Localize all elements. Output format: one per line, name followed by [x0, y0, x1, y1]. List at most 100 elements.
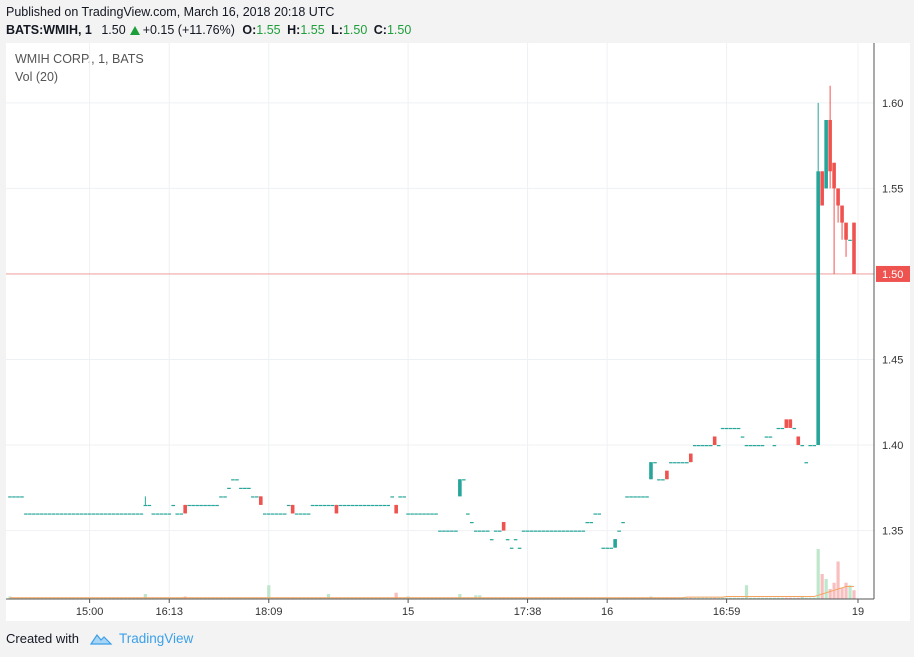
candle-body [370, 504, 375, 507]
candle-body [720, 427, 725, 430]
candle-body [394, 504, 398, 514]
candle-body [362, 504, 367, 507]
candle-body [135, 513, 140, 515]
low-value: 1.50 [342, 23, 368, 37]
chart-container[interactable]: WMIH CORP., 1, BATS Vol (20) 1.35 1.40 1.4… [6, 43, 910, 621]
candle-body [59, 513, 64, 515]
candle-body [426, 513, 430, 515]
candle-body [509, 547, 514, 549]
candle-body [231, 479, 235, 481]
candle-body [67, 513, 72, 515]
volume-bar [478, 595, 482, 599]
candle-body [127, 513, 132, 515]
candle-body [438, 530, 442, 532]
candle-body [788, 419, 793, 428]
candle-body [243, 487, 247, 489]
candle-body [422, 513, 426, 515]
candle-body [473, 530, 478, 532]
candle-body [633, 496, 637, 498]
candle-body [525, 530, 530, 532]
candle-body [446, 530, 450, 532]
candle-body [262, 513, 267, 515]
candle-body [103, 513, 108, 515]
candle-body [808, 445, 813, 447]
candle-body [402, 496, 406, 498]
candle-body [354, 504, 359, 507]
candle-body [485, 530, 490, 532]
candle-body [294, 513, 299, 515]
candle-body [609, 547, 613, 549]
candle-body [358, 504, 363, 507]
candle-body [346, 504, 351, 507]
candle-body [414, 513, 418, 515]
candle-body [378, 504, 383, 507]
candle-body [625, 496, 629, 498]
x-tick-label: 17:38 [514, 606, 542, 618]
candle-body [274, 513, 279, 515]
volume-bar [828, 589, 832, 599]
candle-body [442, 530, 446, 532]
candle-body [418, 513, 422, 515]
candle-body [816, 171, 820, 446]
candle-body [450, 530, 454, 532]
symbol-row: BATS:WMIH, 1 1.50 +0.15 (+11.76%) O:1.55 … [6, 21, 411, 39]
volume-bar [848, 585, 852, 599]
candle-body [585, 522, 590, 524]
price-chart[interactable]: 1.351.401.451.501.551.601.5015:0016:1318… [6, 43, 910, 621]
candle-body [290, 504, 295, 514]
x-tick-label: 19 [852, 606, 864, 618]
candle-body [565, 530, 570, 532]
candle-body [131, 513, 136, 515]
candle-body [350, 504, 355, 507]
tradingview-cloud-icon [89, 633, 113, 645]
candle-body [51, 513, 56, 515]
tradingview-logo[interactable]: TradingView [89, 631, 193, 646]
candle-body [227, 487, 231, 489]
volume-bar [840, 587, 844, 599]
candle-body [481, 530, 486, 532]
candle-body [28, 513, 32, 515]
candle-body [75, 513, 80, 515]
candle-body [235, 479, 239, 481]
candle-body [175, 513, 180, 515]
candle-body [557, 530, 562, 532]
candle-body [462, 479, 466, 481]
candle-body [203, 504, 207, 507]
candle-body [513, 539, 518, 541]
candle-body [529, 530, 534, 532]
candle-body [545, 530, 550, 532]
candle-body [653, 462, 657, 464]
candle-body [641, 496, 645, 498]
candle-body [55, 513, 60, 515]
candle-body [577, 530, 582, 532]
candle-body [338, 504, 343, 507]
y-tick-label: 1.45 [882, 354, 903, 366]
up-arrow-icon [129, 26, 140, 35]
candle-body [497, 530, 502, 532]
open-value: 1.55 [256, 23, 281, 37]
candle-body [24, 513, 28, 515]
candle-body [44, 513, 48, 515]
candle-body [111, 513, 116, 515]
candle-body [812, 445, 816, 447]
candle-body [298, 513, 303, 515]
candle-body [390, 496, 394, 498]
candle-body [12, 496, 16, 498]
candle-body [87, 513, 92, 515]
candle-body [621, 522, 625, 524]
volume-bar [836, 561, 840, 599]
candle-body [744, 445, 749, 447]
candle-body [91, 513, 96, 515]
candle-body [541, 530, 546, 532]
x-tick-label: 16:59 [713, 606, 741, 618]
candle-body [505, 539, 510, 541]
candle-body [716, 445, 721, 447]
candle-body [553, 530, 558, 532]
candle-body [712, 436, 717, 446]
x-tick-label: 15 [402, 606, 414, 618]
candle-body [669, 462, 673, 464]
candle-body [406, 513, 410, 515]
candle-body [796, 436, 801, 446]
candle-body [251, 496, 255, 498]
candle-body [617, 530, 621, 532]
